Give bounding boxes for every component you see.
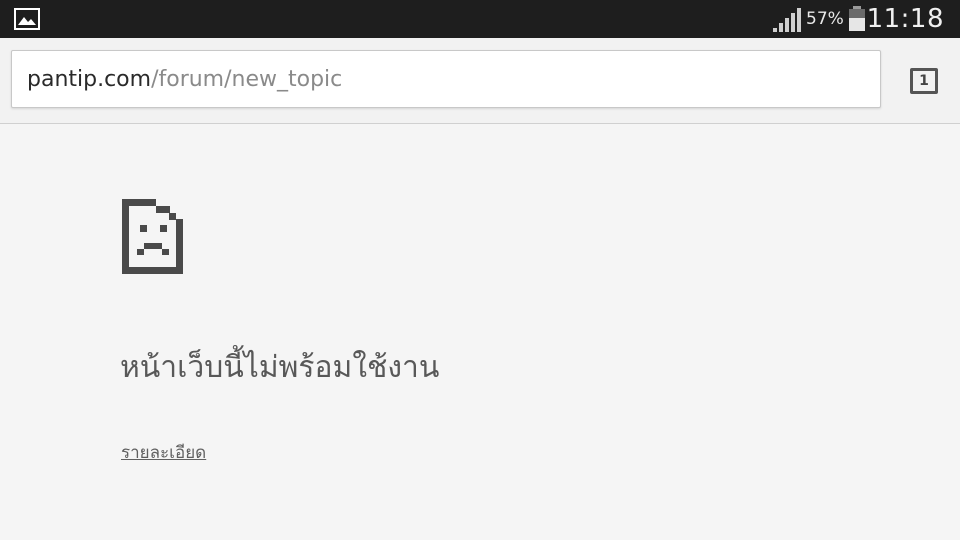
address-bar[interactable]: pantip.com/forum/new_topic [11,50,881,108]
signal-strength-icon [773,8,801,32]
tab-switcher-button[interactable]: 1 [910,68,938,94]
url-text[interactable]: pantip.com/forum/new_topic [27,66,342,94]
url-path: /forum/new_topic [151,67,343,92]
battery-percent: 57% [806,9,844,29]
clock: 11:18 [866,4,944,34]
details-link[interactable]: รายละเอียด [121,441,206,465]
browser-toolbar: pantip.com/forum/new_topic 1 [0,38,960,124]
battery-icon [849,6,865,31]
sad-page-icon [122,199,183,274]
status-bar: 57% 11:18 [0,0,960,38]
gallery-icon [14,8,40,30]
url-host: pantip.com [27,67,152,92]
error-title: หน้าเว็บนี้ไม่พร้อมใช้งาน [120,350,440,385]
